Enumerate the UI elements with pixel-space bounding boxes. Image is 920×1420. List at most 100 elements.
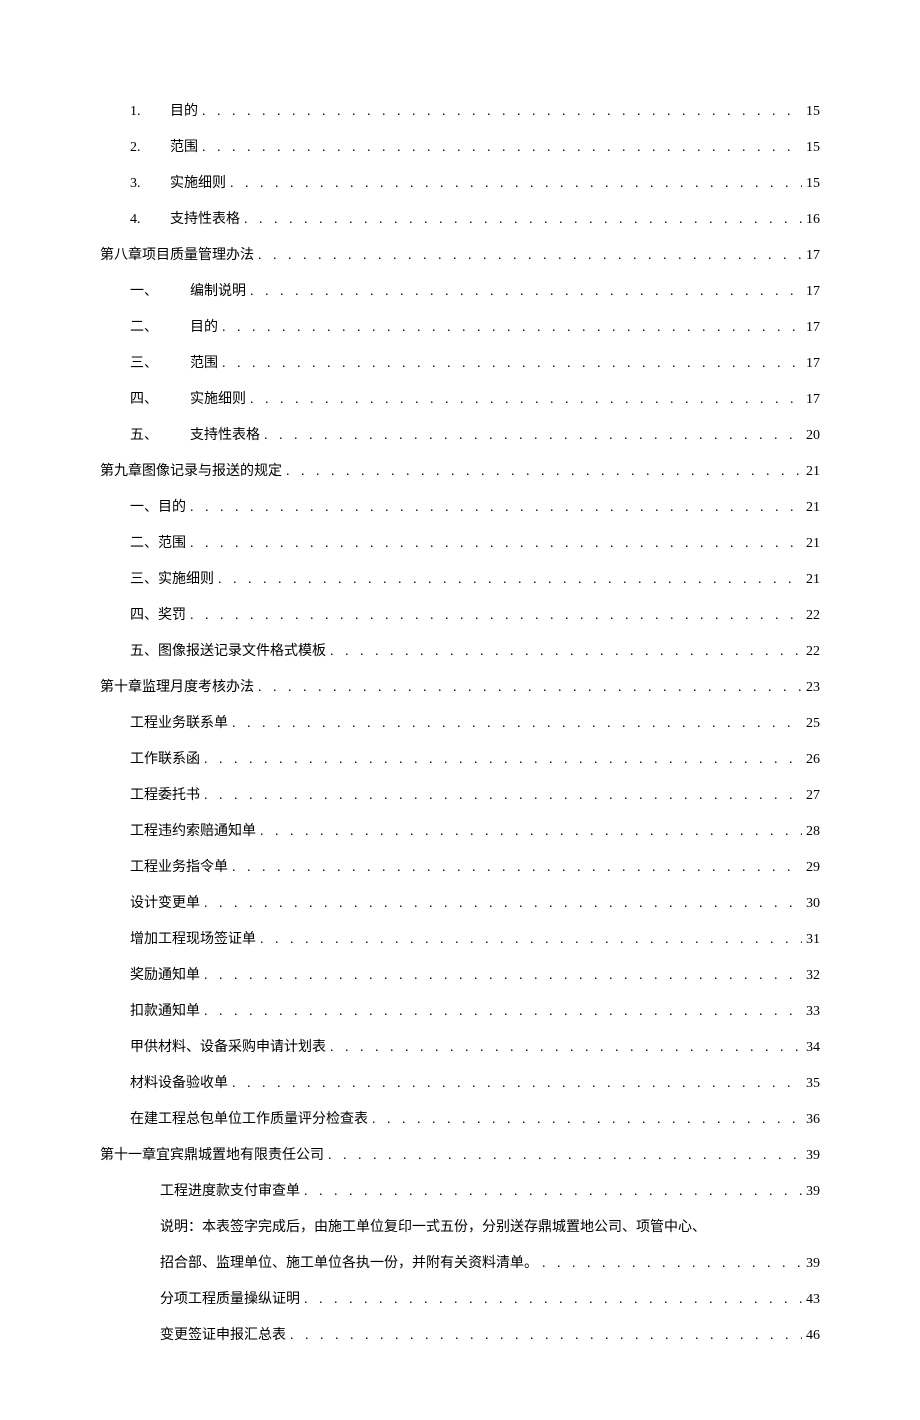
toc-page-number: 22	[806, 644, 820, 660]
toc-entry: 工程业务指令单 29	[100, 856, 820, 876]
toc-title: 实施细则	[170, 172, 226, 192]
toc-title: 变更签证申报汇总表	[160, 1324, 286, 1344]
toc-title: 支持性表格	[170, 208, 240, 228]
toc-page-number: 39	[806, 1256, 820, 1272]
toc-page-number: 35	[806, 1076, 820, 1092]
toc-title: 在建工程总包单位工作质量评分检查表	[130, 1108, 368, 1128]
toc-page-number: 17	[806, 320, 820, 336]
toc-title: 甲供材料、设备采购申请计划表	[130, 1036, 326, 1056]
toc-page-number: 34	[806, 1040, 820, 1056]
toc-title: 编制说明	[190, 280, 246, 300]
toc-note: 说明：本表签字完成后，由施工单位复印一式五份，分别送存鼎城置地公司、项管中心、	[100, 1216, 820, 1236]
toc-title: 奖励通知单	[130, 964, 200, 984]
toc-entry: 在建工程总包单位工作质量评分检查表 36	[100, 1108, 820, 1128]
toc-leader-dots	[260, 824, 802, 840]
toc-label: 三、	[130, 352, 190, 372]
toc-page-number: 39	[806, 1148, 820, 1164]
toc-leader-dots	[260, 932, 802, 948]
toc-title: 目的	[190, 316, 218, 336]
toc-entry: 第十一章宜宾鼎城置地有限责任公司 39	[100, 1144, 820, 1164]
toc-page-number: 17	[806, 356, 820, 372]
toc-title: 支持性表格	[190, 424, 260, 444]
toc-label: 3.	[130, 176, 170, 192]
toc-page-number: 15	[806, 104, 820, 120]
toc-title: 第十一章宜宾鼎城置地有限责任公司	[100, 1144, 324, 1164]
toc-entry: 工程进度款支付审查单39	[100, 1180, 820, 1200]
toc-entry: 工程违约索赔通知单 28	[100, 820, 820, 840]
toc-entry: 第十章监理月度考核办法23	[100, 676, 820, 696]
toc-entry: 三、范围 17	[100, 352, 820, 372]
toc-title: 工程委托书	[130, 784, 200, 804]
toc-title: 工程违约索赔通知单	[130, 820, 256, 840]
toc-leader-dots	[204, 896, 802, 912]
toc-leader-dots	[202, 104, 802, 120]
toc-page-number: 29	[806, 860, 820, 876]
toc-entry: 四、奖罚 22	[100, 604, 820, 624]
toc-page-number: 28	[806, 824, 820, 840]
toc-entry: 设计变更单30	[100, 892, 820, 912]
toc-label: 五、	[130, 424, 190, 444]
toc-entry: 2.范围 15	[100, 136, 820, 156]
toc-title: 范围	[170, 136, 198, 156]
toc-entry: 招合部、监理单位、施工单位各执一份，并附有关资料清单。39	[100, 1252, 820, 1272]
toc-leader-dots	[232, 716, 802, 732]
toc-entry: 扣款通知单 33	[100, 1000, 820, 1020]
toc-title: 一、目的	[130, 496, 186, 516]
toc-title: 范围	[190, 352, 218, 372]
toc-page-number: 15	[806, 176, 820, 192]
toc-leader-dots	[218, 572, 802, 588]
toc-page-number: 33	[806, 1004, 820, 1020]
toc-entry: 第八章项目质量管理办法17	[100, 244, 820, 264]
toc-entry: 五、图像报送记录文件格式模板 22	[100, 640, 820, 660]
toc-title: 二、范围	[130, 532, 186, 552]
toc-leader-dots	[230, 176, 802, 192]
toc-entry: 一、编制说明17	[100, 280, 820, 300]
toc-title: 分项工程质量操纵证明	[160, 1288, 300, 1308]
toc-page-number: 26	[806, 752, 820, 768]
toc-label: 1.	[130, 104, 170, 120]
toc-entry: 3.实施细则 15	[100, 172, 820, 192]
toc-label: 一、	[130, 280, 190, 300]
toc-page-number: 22	[806, 608, 820, 624]
toc-leader-dots	[190, 608, 802, 624]
toc-title: 工程业务指令单	[130, 856, 228, 876]
toc-page-number: 21	[806, 536, 820, 552]
toc-entry: 变更签证申报汇总表46	[100, 1324, 820, 1344]
toc-leader-dots	[372, 1112, 802, 1128]
toc-entry: 工程委托书27	[100, 784, 820, 804]
toc-entry: 二、范围 21	[100, 532, 820, 552]
toc-page-number: 21	[806, 572, 820, 588]
toc-entry: 三、实施细则21	[100, 568, 820, 588]
toc-leader-dots	[204, 1004, 802, 1020]
toc-page-number: 39	[806, 1184, 820, 1200]
toc-label: 2.	[130, 140, 170, 156]
toc-title: 材料设备验收单	[130, 1072, 228, 1092]
toc-title: 扣款通知单	[130, 1000, 200, 1020]
toc-leader-dots	[232, 1076, 802, 1092]
toc-entry: 四、实施细则17	[100, 388, 820, 408]
toc-leader-dots	[232, 860, 802, 876]
toc-leader-dots	[290, 1328, 802, 1344]
toc-page-number: 21	[806, 500, 820, 516]
toc-entry: 奖励通知单32	[100, 964, 820, 984]
toc-entry: 二、目的17	[100, 316, 820, 336]
toc-leader-dots	[542, 1256, 802, 1272]
toc-leader-dots	[222, 320, 802, 336]
toc-entry: 4.支持性表格16	[100, 208, 820, 228]
toc-title: 五、图像报送记录文件格式模板	[130, 640, 326, 660]
toc-entry: 工作联系函26	[100, 748, 820, 768]
toc-page-number: 17	[806, 392, 820, 408]
toc-label: 4.	[130, 212, 170, 228]
toc-leader-dots	[202, 140, 802, 156]
toc-leader-dots	[264, 428, 802, 444]
toc-page-number: 31	[806, 932, 820, 948]
toc-leader-dots	[328, 1148, 802, 1164]
toc-leader-dots	[204, 788, 802, 804]
toc-page-number: 20	[806, 428, 820, 444]
toc-leader-dots	[190, 536, 802, 552]
toc-page-number: 15	[806, 140, 820, 156]
toc-page-number: 36	[806, 1112, 820, 1128]
toc-title: 四、奖罚	[130, 604, 186, 624]
toc-leader-dots	[204, 968, 802, 984]
toc-leader-dots	[258, 680, 802, 696]
